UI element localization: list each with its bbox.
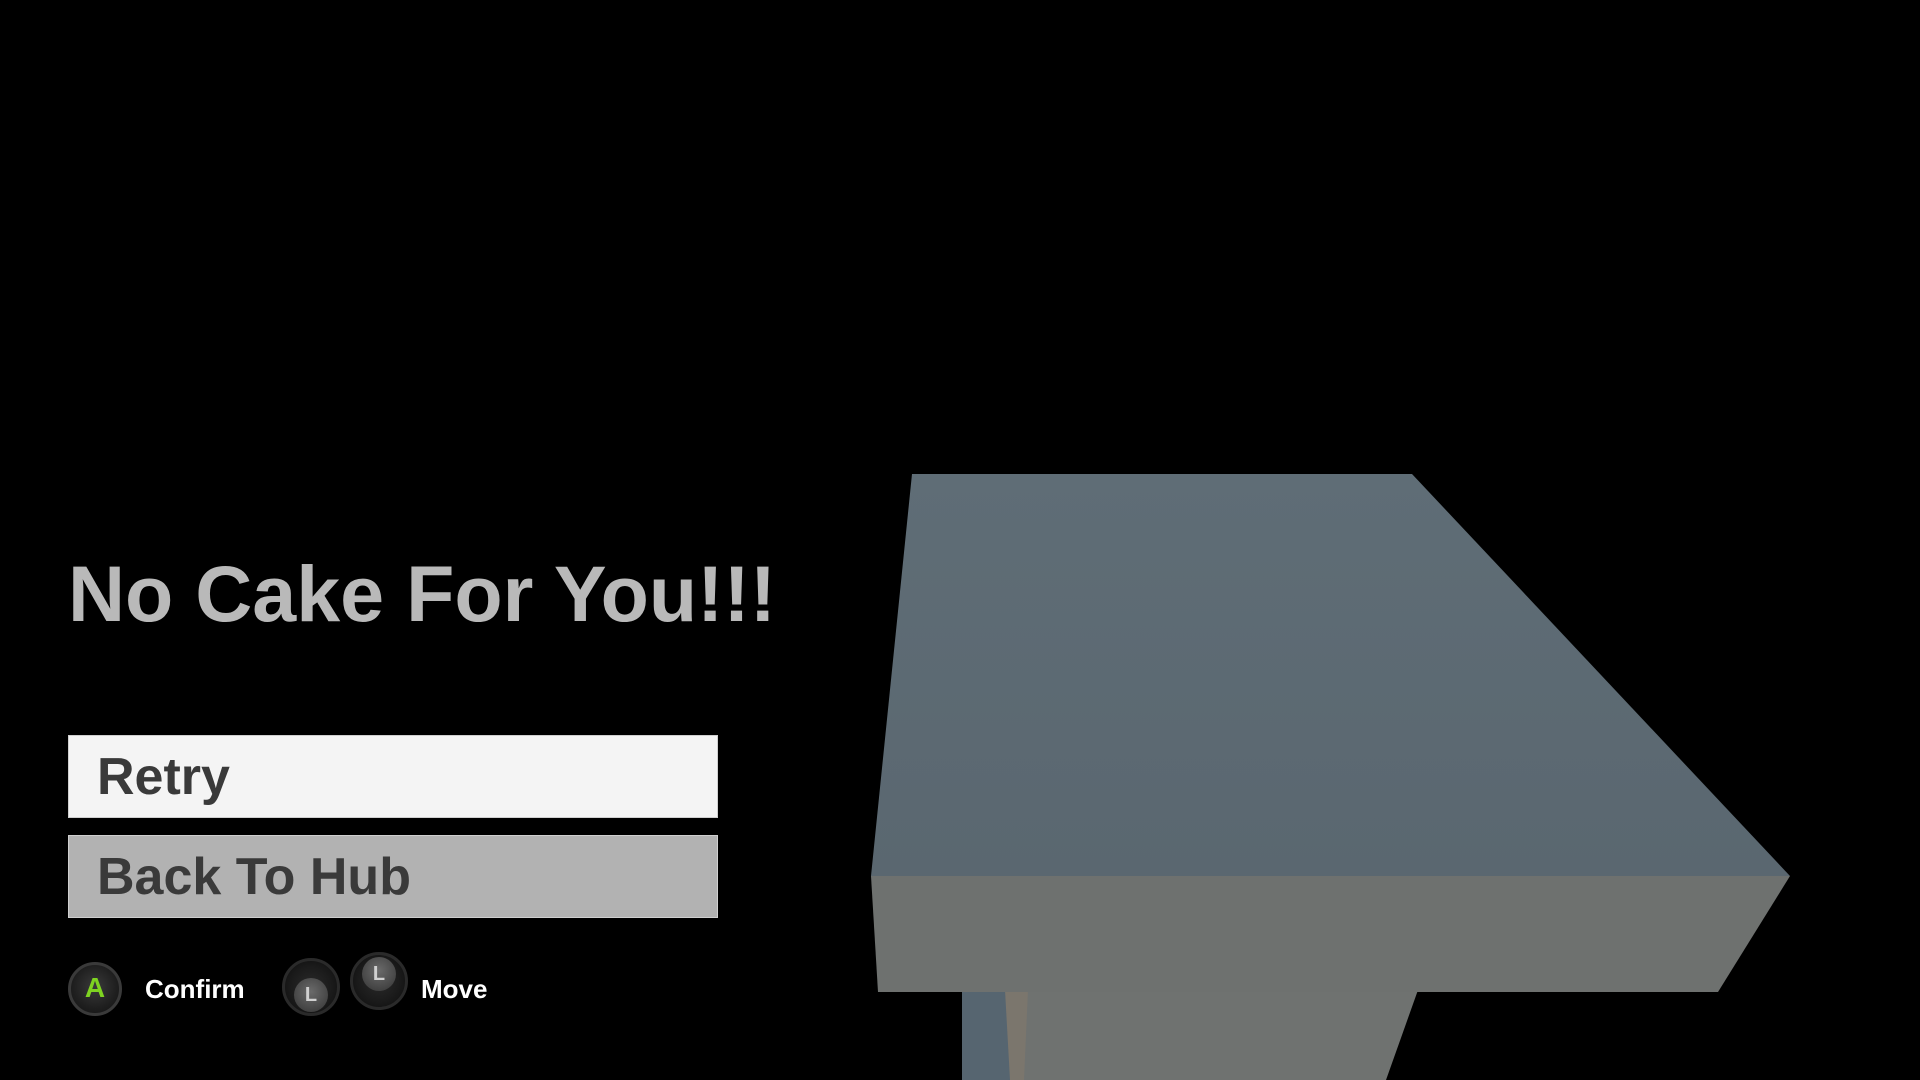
a-button-icon: A — [68, 962, 122, 1016]
platform-top-face — [871, 474, 1790, 876]
left-stick-up-icon: L — [350, 952, 408, 1010]
platform-leg-shadow — [962, 990, 1010, 1080]
move-hint-label: Move — [421, 974, 488, 1004]
platform-front-face — [871, 876, 1790, 992]
platform-pillar — [1005, 990, 1418, 1080]
retry-button[interactable]: Retry — [68, 735, 718, 818]
game-over-screen: No Cake For You!!! Retry Back To Hub A C… — [0, 0, 1920, 1080]
confirm-hint-label: Confirm — [145, 974, 245, 1004]
game-over-title: No Cake For You!!! — [68, 549, 777, 638]
left-stick-down-icon: L — [282, 958, 340, 1016]
back-to-hub-button[interactable]: Back To Hub — [68, 835, 718, 918]
